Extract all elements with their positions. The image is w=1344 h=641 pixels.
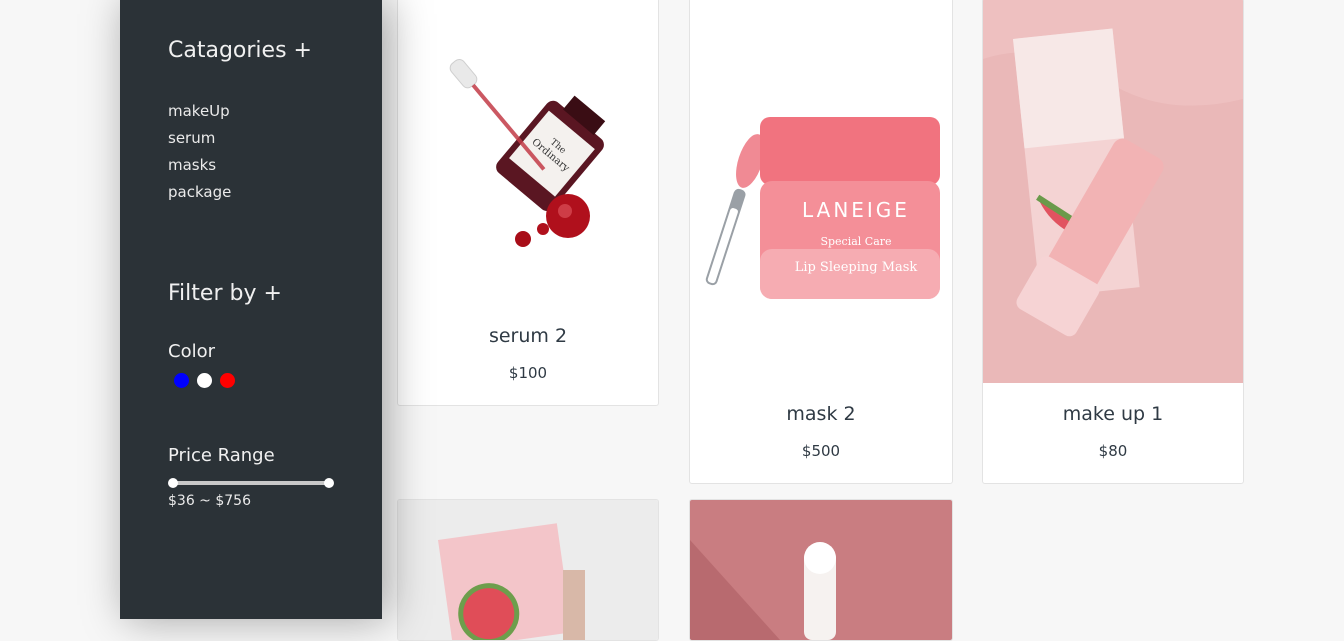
price-range-slider[interactable]: [168, 478, 334, 488]
product-card[interactable]: The Ordinary serum 2 $100: [397, 0, 659, 406]
product-card[interactable]: [689, 499, 953, 641]
product-name[interactable]: serum 2: [398, 325, 658, 347]
dropper-bottle-image[interactable]: [690, 500, 952, 640]
product-name[interactable]: mask 2: [690, 403, 952, 425]
categories-heading[interactable]: Catagories +: [168, 38, 312, 63]
color-swatch-white[interactable]: [197, 373, 212, 388]
brand-logo: LANEIGE: [802, 198, 910, 222]
filter-heading[interactable]: Filter by +: [168, 281, 282, 306]
price-range-label: Price Range: [168, 445, 275, 466]
color-swatches: [174, 373, 235, 388]
watermelon-package-image[interactable]: [398, 500, 658, 640]
product-price: $100: [508, 364, 548, 382]
category-item-makeup[interactable]: makeUp: [168, 98, 231, 125]
serum-bottle-image[interactable]: The Ordinary: [398, 0, 658, 299]
label-line-2: Lip Sleeping Mask: [795, 260, 918, 275]
product-card[interactable]: [397, 499, 659, 641]
color-swatch-red[interactable]: [220, 373, 235, 388]
slider-fill: [173, 481, 329, 485]
product-price: $500: [801, 442, 841, 460]
slider-max-handle[interactable]: [324, 478, 334, 488]
product-name[interactable]: make up 1: [983, 403, 1243, 425]
color-swatch-blue[interactable]: [174, 373, 189, 388]
category-list: makeUp serum masks package: [168, 98, 231, 206]
product-card[interactable]: make up 1 $80: [982, 0, 1244, 484]
price-range-value: $36 ~ $756: [168, 493, 251, 509]
color-label: Color: [168, 341, 215, 362]
lip-sleeping-mask-image[interactable]: LANEIGE Special Care Lip Sleeping Mask: [690, 0, 952, 379]
sidebar: Catagories + makeUp serum masks package …: [120, 0, 382, 619]
product-price: $80: [1098, 442, 1128, 460]
category-item-serum[interactable]: serum: [168, 125, 231, 152]
category-item-masks[interactable]: masks: [168, 152, 231, 179]
watermelon-mist-image[interactable]: [983, 0, 1243, 383]
product-card[interactable]: LANEIGE Special Care Lip Sleeping Mask m…: [689, 0, 953, 484]
category-item-package[interactable]: package: [168, 179, 231, 206]
label-line-1: Special Care: [820, 235, 891, 248]
slider-min-handle[interactable]: [168, 478, 178, 488]
